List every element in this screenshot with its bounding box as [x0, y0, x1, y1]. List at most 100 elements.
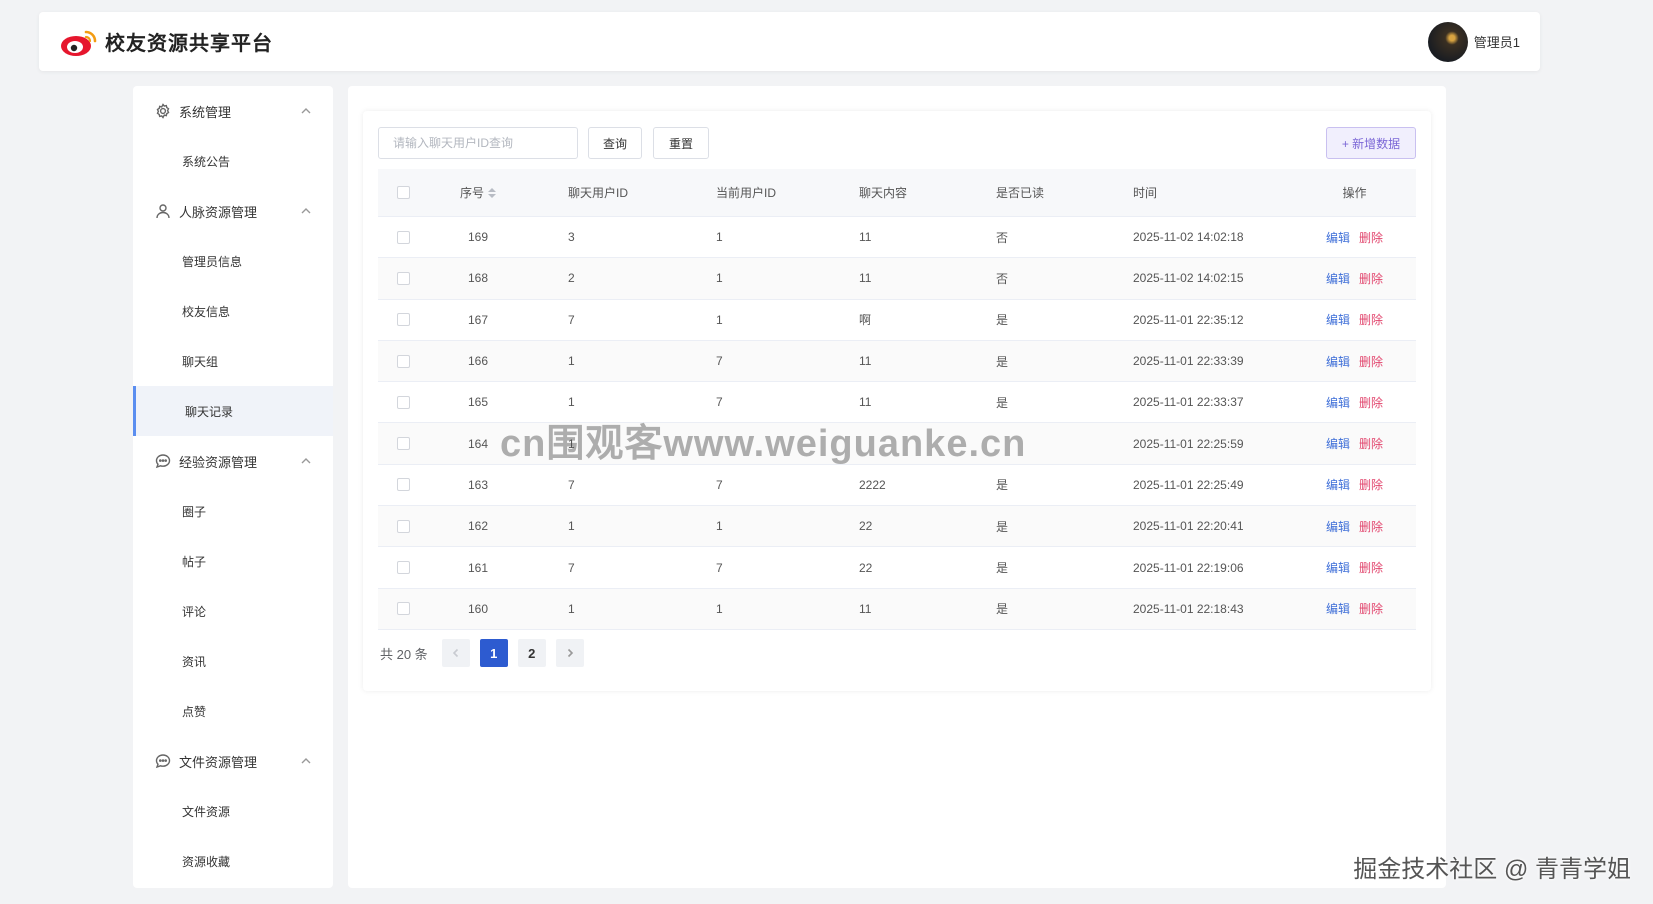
cell-read: 是	[996, 602, 1009, 617]
cell-read: 是	[996, 478, 1009, 493]
edit-link[interactable]: 编辑	[1326, 396, 1350, 410]
cell-content: 22	[859, 560, 873, 575]
edit-link[interactable]: 编辑	[1326, 561, 1350, 575]
delete-link[interactable]: 删除	[1359, 437, 1383, 451]
cell-current-user-id: 1	[716, 601, 723, 616]
sidebar-group-system[interactable]: 系统管理	[133, 86, 333, 136]
row-checkbox[interactable]	[396, 354, 410, 368]
page-button-1[interactable]: 1	[479, 639, 508, 667]
table-row[interactable]: 160 1 1 11 是 2025-11-01 22:18:43 编辑 删除	[378, 588, 1416, 630]
next-page-button[interactable]	[555, 639, 584, 667]
column-header-id[interactable]: 序号	[428, 184, 528, 201]
table-row[interactable]: 163 7 7 2222 是 2025-11-01 22:25:49 编辑 删除	[378, 465, 1416, 507]
table-row[interactable]: 166 1 7 11 是 2025-11-01 22:33:39 编辑 删除	[378, 340, 1416, 383]
delete-link[interactable]: 删除	[1359, 478, 1383, 492]
reset-button[interactable]: 重置	[653, 127, 709, 159]
cell-chat-user-id: 1	[568, 436, 575, 451]
delete-link[interactable]: 删除	[1359, 272, 1383, 286]
sidebar-group-contacts[interactable]: 人脉资源管理	[133, 186, 333, 236]
row-checkbox[interactable]	[396, 271, 410, 285]
edit-link[interactable]: 编辑	[1326, 602, 1350, 616]
cell-content: 啊	[859, 313, 872, 328]
cell-current-user-id: 7	[716, 560, 723, 575]
brand[interactable]: 校友资源共享平台	[59, 26, 273, 58]
row-checkbox[interactable]	[396, 313, 410, 327]
row-checkbox[interactable]	[396, 478, 410, 492]
row-checkbox[interactable]	[396, 230, 410, 244]
sort-icon[interactable]	[488, 187, 496, 198]
cell-id: 164	[467, 436, 489, 451]
weibo-logo-icon	[61, 30, 97, 56]
edit-link[interactable]: 编辑	[1326, 520, 1350, 534]
row-checkbox[interactable]	[396, 519, 410, 533]
row-checkbox[interactable]	[396, 395, 410, 409]
sidebar-item-announcement[interactable]: 系统公告	[133, 136, 333, 186]
sidebar-item-file-resources[interactable]: 文件资源	[133, 786, 333, 836]
sidebar-group-label: 文件资源管理	[179, 754, 258, 770]
sidebar-item-chat-records[interactable]: 聊天记录	[133, 386, 333, 436]
delete-link[interactable]: 删除	[1359, 602, 1383, 616]
chevron-left-icon	[452, 648, 458, 658]
delete-link[interactable]: 删除	[1359, 520, 1383, 534]
edit-link[interactable]: 编辑	[1326, 355, 1350, 369]
records-card: 查询 重置 + 新增数据 序号 聊天用户ID 当前用户ID 聊天内容 是否已读 …	[363, 111, 1431, 691]
cell-content: 11	[859, 395, 872, 410]
table-row[interactable]: 162 1 1 22 是 2025-11-01 22:20:41 编辑 删除	[378, 506, 1416, 548]
sidebar-group-label: 系统管理	[179, 104, 232, 120]
sidebar-item-chat-group[interactable]: 聊天组	[133, 336, 333, 386]
table-row[interactable]: 165 1 7 11 是 2025-11-01 22:33:37 编辑 删除	[378, 382, 1416, 424]
sidebar-group-files[interactable]: 文件资源管理	[133, 736, 333, 786]
search-input[interactable]	[378, 127, 578, 159]
cell-id: 169	[467, 230, 489, 245]
sidebar-item-comments[interactable]: 评论	[133, 586, 333, 636]
table-row[interactable]: 168 2 1 11 否 2025-11-02 14:02:15 编辑 删除	[378, 258, 1416, 300]
select-all-checkbox[interactable]	[396, 186, 410, 199]
chat-icon	[155, 754, 171, 769]
table-row[interactable]: 164 1 2025-11-01 22:25:59 编辑 删除	[378, 423, 1416, 465]
edit-link[interactable]: 编辑	[1326, 313, 1350, 327]
delete-link[interactable]: 删除	[1359, 313, 1383, 327]
delete-link[interactable]: 删除	[1359, 231, 1383, 245]
edit-link[interactable]: 编辑	[1326, 478, 1350, 492]
edit-link[interactable]: 编辑	[1326, 231, 1350, 245]
page-button-2[interactable]: 2	[517, 639, 546, 667]
delete-link[interactable]: 删除	[1359, 396, 1383, 410]
sidebar-item-news[interactable]: 资讯	[133, 636, 333, 686]
cell-content: 2222	[859, 477, 886, 492]
sidebar-item-resource-favorites[interactable]: 资源收藏	[133, 836, 333, 886]
cell-content: 11	[859, 354, 872, 369]
sidebar-item-admin-info[interactable]: 管理员信息	[133, 236, 333, 286]
row-checkbox[interactable]	[396, 561, 410, 575]
edit-link[interactable]: 编辑	[1326, 437, 1350, 451]
cell-read: 是	[996, 354, 1009, 369]
cell-time: 2025-11-02 14:02:18	[1133, 230, 1244, 245]
table-row[interactable]: 161 7 7 22 是 2025-11-01 22:19:06 编辑 删除	[378, 547, 1416, 589]
cell-id: 168	[467, 271, 489, 286]
edit-link[interactable]: 编辑	[1326, 272, 1350, 286]
sidebar-item-likes[interactable]: 点赞	[133, 686, 333, 736]
delete-link[interactable]: 删除	[1359, 561, 1383, 575]
user-menu[interactable]: 管理员1	[1427, 21, 1520, 62]
row-checkbox[interactable]	[396, 437, 410, 451]
delete-link[interactable]: 删除	[1359, 355, 1383, 369]
prev-page-button[interactable]	[441, 639, 470, 667]
row-checkbox[interactable]	[396, 602, 410, 616]
cell-current-user-id: 7	[716, 477, 723, 492]
cell-read: 是	[996, 561, 1009, 576]
query-button[interactable]: 查询	[588, 127, 642, 159]
cell-read: 是	[996, 313, 1009, 328]
column-header-content: 聊天内容	[859, 186, 908, 200]
add-data-button[interactable]: + 新增数据	[1326, 127, 1416, 159]
table-row[interactable]: 169 3 1 11 否 2025-11-02 14:02:18 编辑 删除	[378, 217, 1416, 259]
cell-time: 2025-11-01 22:18:43	[1133, 601, 1244, 616]
sidebar-item-circle[interactable]: 圈子	[133, 486, 333, 536]
cell-time: 2025-11-01 22:33:37	[1133, 395, 1244, 410]
sidebar: 系统管理 系统公告 人脉资源管理 管理员信息 校友信息 聊天组 聊天记录 经验资…	[133, 86, 333, 888]
gear-icon	[156, 103, 170, 119]
cell-chat-user-id: 7	[568, 560, 575, 575]
sidebar-item-alumni-info[interactable]: 校友信息	[133, 286, 333, 336]
avatar[interactable]	[1427, 21, 1468, 62]
table-row[interactable]: 167 7 1 啊 是 2025-11-01 22:35:12 编辑 删除	[378, 300, 1416, 341]
sidebar-item-posts[interactable]: 帖子	[133, 536, 333, 586]
sidebar-group-experience[interactable]: 经验资源管理	[133, 436, 333, 486]
